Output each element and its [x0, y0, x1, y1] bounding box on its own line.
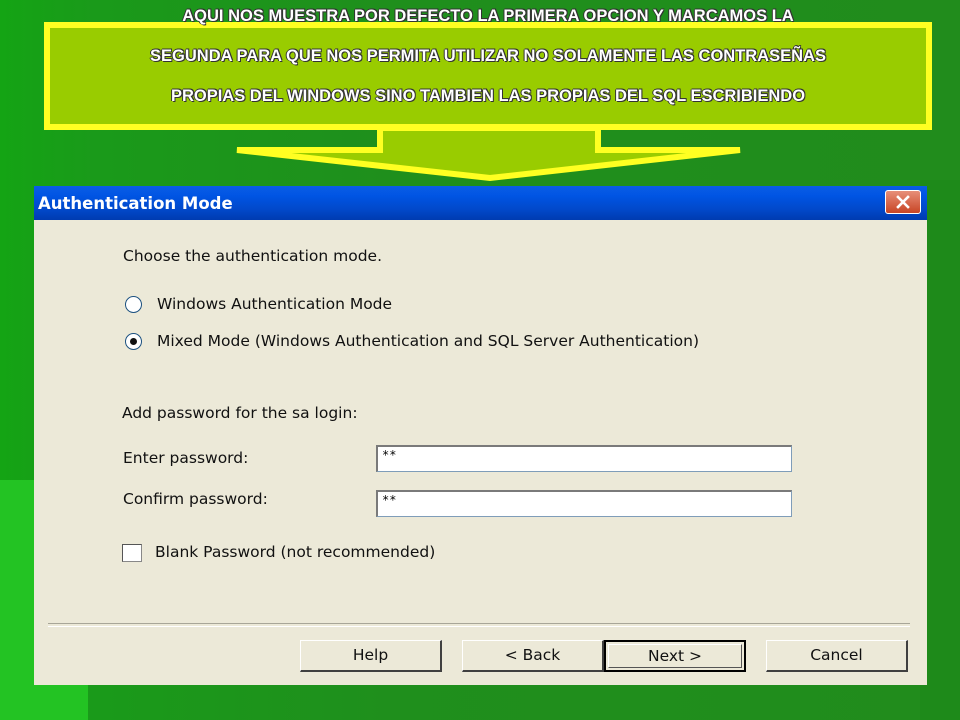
windows-auth-radio[interactable]: [125, 296, 142, 313]
back-button[interactable]: < Back: [462, 640, 604, 672]
callout-line-2: SEGUNDA PARA QUE NOS PERMITA UTILIZAR NO…: [150, 47, 826, 65]
windows-auth-label[interactable]: Windows Authentication Mode: [157, 295, 392, 313]
blank-password-checkbox[interactable]: [122, 544, 142, 562]
next-button[interactable]: Next >: [604, 640, 746, 672]
help-button[interactable]: Help: [300, 640, 442, 672]
auth-mode-prompt: Choose the authentication mode.: [123, 247, 383, 265]
callout-line-4: COMO CONTRASEÑA sa: [53, 126, 923, 146]
callout-highlight-sa: sa: [566, 127, 586, 145]
password-heading: Add password for the sa login:: [122, 404, 358, 422]
next-button-label: Next >: [647, 647, 703, 665]
instruction-callout: AQUI NOS MUESTRA POR DEFECTO LA PRIMERA …: [44, 7, 932, 145]
callout-text: AQUI NOS MUESTRA POR DEFECTO LA PRIMERA …: [53, 0, 923, 166]
enter-password-label: Enter password:: [123, 449, 249, 467]
mixed-mode-label[interactable]: Mixed Mode (Windows Authentication and S…: [157, 332, 699, 350]
callout-line-3: PROPIAS DEL WINDOWS SINO TAMBIEN LAS PRO…: [170, 87, 806, 105]
callout-line-1: AQUI NOS MUESTRA POR DEFECTO LA PRIMERA …: [182, 7, 794, 25]
close-icon: [896, 195, 910, 209]
radio-selected-dot: [130, 338, 137, 345]
enter-password-field[interactable]: **: [376, 445, 792, 472]
close-button[interactable]: [885, 190, 921, 214]
confirm-password-field[interactable]: **: [376, 490, 792, 517]
dialog-titlebar[interactable]: Authentication Mode: [34, 186, 927, 220]
cancel-button[interactable]: Cancel: [766, 640, 908, 672]
button-separator: [48, 623, 910, 627]
dialog-title: Authentication Mode: [38, 194, 233, 213]
blank-password-label[interactable]: Blank Password (not recommended): [155, 543, 435, 561]
mixed-mode-radio[interactable]: [125, 333, 142, 350]
callout-line-4-prefix: COMO CONTRASEÑA: [390, 127, 567, 145]
confirm-password-label: Confirm password:: [123, 490, 268, 508]
authentication-mode-dialog: Authentication Mode Choose the authentic…: [34, 186, 927, 685]
